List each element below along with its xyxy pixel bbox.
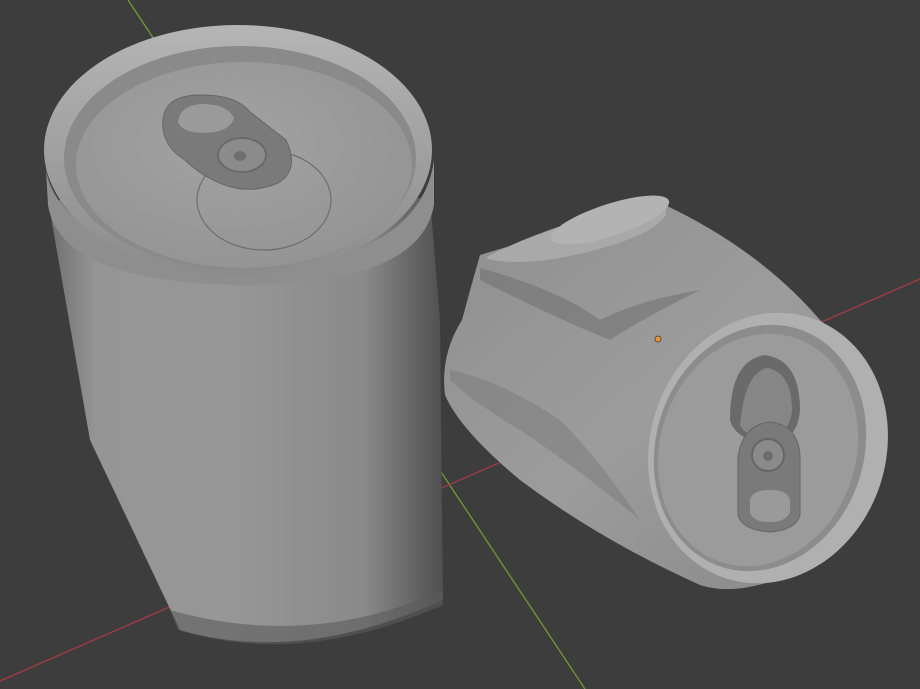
can-object[interactable] (44, 25, 443, 645)
crushed-can-tab-hole (750, 490, 790, 522)
crushed-can-tab-rivet (763, 451, 773, 461)
object-origin-dot[interactable] (654, 335, 662, 343)
3d-viewport[interactable] (0, 0, 920, 689)
can-tab-rivet (234, 151, 246, 161)
viewport-canvas[interactable] (0, 0, 920, 689)
crushed-can-object[interactable] (444, 186, 920, 615)
